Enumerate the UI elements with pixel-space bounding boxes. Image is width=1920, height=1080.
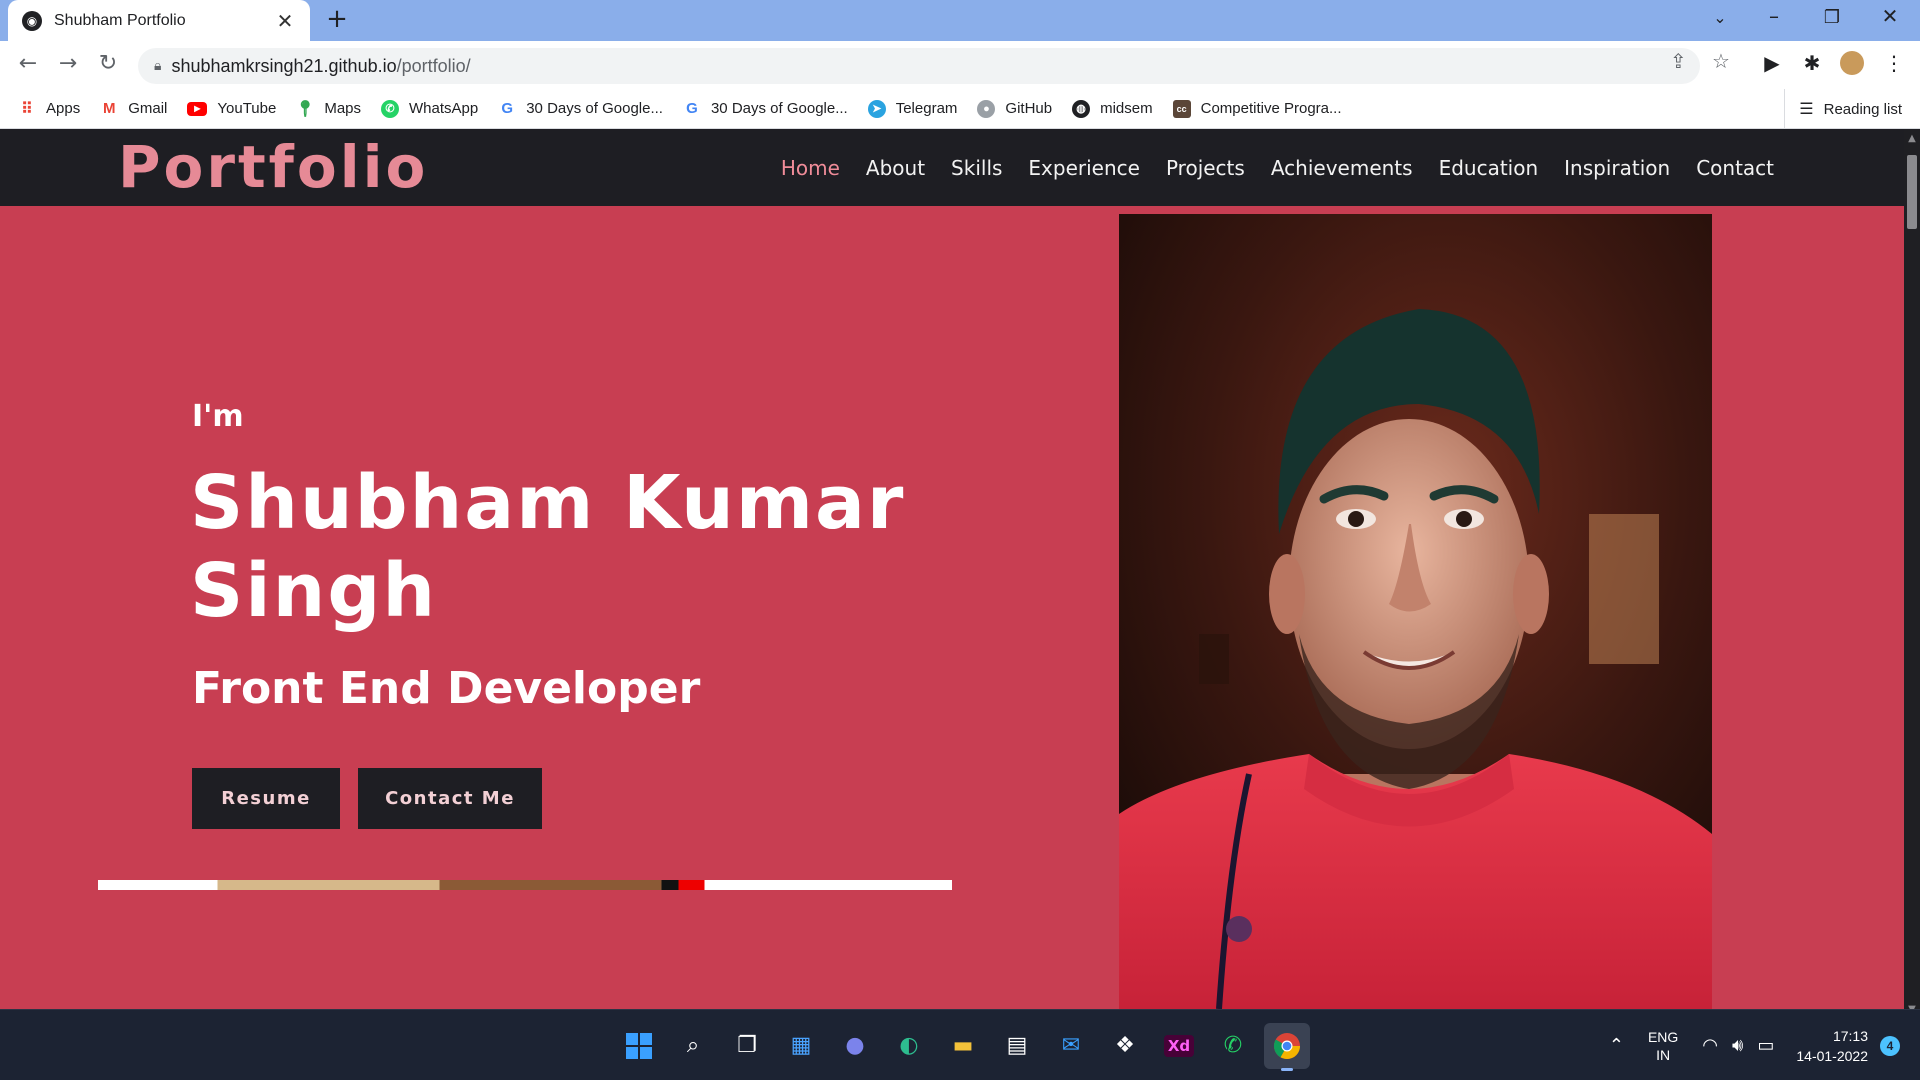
- bookmark-maps[interactable]: 📍︎ Maps: [295, 100, 361, 118]
- scrollbar-thumb[interactable]: [1907, 155, 1917, 229]
- bookmark-google-2[interactable]: G 30 Days of Google...: [683, 100, 848, 118]
- taskbar-apps: ⌕ ❐ ▦ ● ◐ ▬ ▤ ✉ ❖ Xd ✆: [612, 1010, 1314, 1080]
- bookmark-youtube[interactable]: ▶ YouTube: [187, 100, 276, 117]
- site-navbar: Portfolio Home About Skills Experience P…: [0, 129, 1904, 206]
- bookmarks-bar: ⠿ Apps M Gmail ▶ YouTube 📍︎ Maps ✆ Whats…: [0, 89, 1920, 129]
- tab-favicon-icon: ◉: [22, 10, 42, 31]
- bookmark-star-icon[interactable]: ☆: [1712, 49, 1730, 73]
- url-path: /portfolio/: [396, 55, 471, 76]
- url-host: shubhamkrsingh21.github.io: [171, 55, 397, 76]
- edge-icon[interactable]: ◐: [886, 1023, 932, 1069]
- page-viewport: Portfolio Home About Skills Experience P…: [0, 129, 1920, 1009]
- tab-search-icon[interactable]: ⌄: [1700, 8, 1740, 27]
- widgets-icon[interactable]: ▦: [778, 1023, 824, 1069]
- bookmark-google-1[interactable]: G 30 Days of Google...: [498, 100, 663, 118]
- hero-intro: I'm: [192, 399, 244, 434]
- windows-start-icon[interactable]: [616, 1023, 662, 1069]
- globe-icon: ◍: [1072, 99, 1091, 118]
- hero-role: Front End Developer: [192, 663, 701, 714]
- profile-photo: [1119, 214, 1712, 1009]
- tab-strip: ◉ Shubham Portfolio ✕ + ⌄ – ❐ ✕: [0, 0, 1920, 41]
- share-icon[interactable]: ⇪: [1670, 49, 1687, 73]
- clock[interactable]: 17:13 14-01-2022: [1796, 1026, 1868, 1066]
- nav-about[interactable]: About: [866, 156, 925, 180]
- tab-title: Shubham Portfolio: [54, 11, 186, 29]
- task-view-icon[interactable]: ❐: [724, 1023, 770, 1069]
- nav-home[interactable]: Home: [781, 156, 840, 180]
- windows-taskbar: ⌕ ❐ ▦ ● ◐ ▬ ▤ ✉ ❖ Xd ✆ ⌃ ENG IN ◠ 🔊︎ ▭ 1…: [0, 1009, 1920, 1080]
- volume-icon[interactable]: 🔊︎: [1732, 1035, 1743, 1056]
- nav-contact[interactable]: Contact: [1696, 156, 1774, 180]
- youtube-icon: ▶: [187, 101, 208, 116]
- nav-education[interactable]: Education: [1439, 156, 1539, 180]
- resume-button[interactable]: Resume: [192, 768, 340, 829]
- reload-button[interactable]: ↻: [94, 51, 122, 76]
- nav-experience[interactable]: Experience: [1028, 156, 1140, 180]
- chrome-icon[interactable]: [1264, 1022, 1310, 1071]
- battery-icon[interactable]: ▭: [1757, 1035, 1774, 1056]
- restore-button[interactable]: ❐: [1812, 7, 1852, 28]
- nav-achievements[interactable]: Achievements: [1271, 156, 1413, 180]
- maps-pin-icon: 📍︎: [295, 100, 316, 118]
- gmail-icon: M: [102, 100, 116, 117]
- address-bar[interactable]: 🔒︎ shubhamkrsingh21.github.io/portfolio/: [138, 48, 1700, 84]
- google-icon: G: [501, 100, 514, 117]
- bookmark-whatsapp[interactable]: ✆ WhatsApp: [381, 99, 478, 118]
- contact-me-button[interactable]: Contact Me: [358, 768, 542, 829]
- browser-tab[interactable]: ◉ Shubham Portfolio ✕: [8, 0, 310, 41]
- mail-icon[interactable]: ✉: [1048, 1023, 1094, 1069]
- nav-inspiration[interactable]: Inspiration: [1564, 156, 1670, 180]
- whatsapp-icon[interactable]: ✆: [1210, 1023, 1256, 1069]
- hero-name: Shubham Kumar Singh: [190, 459, 950, 635]
- hero-name-line1: Shubham Kumar: [190, 460, 906, 546]
- close-tab-icon[interactable]: ✕: [274, 9, 296, 33]
- system-tray: ⌃ ENG IN ◠ 🔊︎ ▭ 17:13 14-01-2022 4: [1595, 1010, 1900, 1080]
- chevron-up-icon[interactable]: ⌃: [1609, 1035, 1624, 1056]
- teams-chat-icon[interactable]: ●: [832, 1023, 878, 1069]
- reading-list-button[interactable]: ☰ Reading list: [1784, 89, 1902, 129]
- bookmark-gmail[interactable]: M Gmail: [100, 100, 167, 118]
- search-icon[interactable]: ⌕: [670, 1023, 716, 1069]
- language-indicator[interactable]: ENG IN: [1648, 1028, 1678, 1064]
- adobe-xd-icon[interactable]: Xd: [1156, 1023, 1202, 1069]
- github-icon: ●: [977, 99, 996, 118]
- telegram-icon: ➤: [867, 99, 886, 118]
- close-window-button[interactable]: ✕: [1870, 4, 1910, 28]
- page-scrollbar[interactable]: ▲ ▼: [1904, 129, 1920, 1019]
- browser-toolbar: ← → ↻ 🔒︎ shubhamkrsingh21.github.io/port…: [0, 41, 1920, 89]
- nav-projects[interactable]: Projects: [1166, 156, 1245, 180]
- scroll-up-arrow-icon[interactable]: ▲: [1904, 133, 1920, 144]
- profile-avatar[interactable]: [1838, 51, 1866, 80]
- microsoft-store-icon[interactable]: ▤: [994, 1023, 1040, 1069]
- codechef-icon: cc: [1172, 99, 1191, 118]
- minimize-button[interactable]: –: [1754, 4, 1794, 28]
- whatsapp-icon: ✆: [381, 99, 400, 118]
- site-logo[interactable]: Portfolio: [118, 133, 428, 201]
- bookmark-apps[interactable]: ⠿ Apps: [18, 100, 80, 118]
- wifi-icon[interactable]: ◠: [1702, 1035, 1718, 1056]
- bookmark-github[interactable]: ● GitHub: [977, 99, 1052, 118]
- menu-kebab-icon[interactable]: ⋮: [1880, 51, 1908, 75]
- reading-list-icon: ☰: [1799, 101, 1814, 118]
- google-icon: G: [686, 100, 698, 117]
- forward-button[interactable]: →: [54, 51, 82, 76]
- active-indicator: [1281, 1067, 1293, 1071]
- new-tab-button[interactable]: +: [322, 4, 352, 34]
- nav-skills[interactable]: Skills: [951, 156, 1002, 180]
- dropbox-icon[interactable]: ❖: [1102, 1023, 1148, 1069]
- back-button[interactable]: ←: [14, 51, 42, 76]
- site-menu: Home About Skills Experience Projects Ac…: [755, 129, 1774, 206]
- extensions-puzzle-icon[interactable]: ✱: [1798, 51, 1826, 75]
- bookmark-midsem[interactable]: ◍ midsem: [1072, 99, 1153, 118]
- notification-badge[interactable]: 4: [1880, 1035, 1900, 1056]
- bookmark-telegram[interactable]: ➤ Telegram: [867, 99, 957, 118]
- apps-grid-icon: ⠿: [21, 100, 33, 118]
- file-explorer-icon[interactable]: ▬: [940, 1023, 986, 1069]
- lock-icon[interactable]: 🔒︎: [154, 58, 161, 74]
- next-section-preview: [98, 880, 952, 890]
- hero-name-line2: Singh: [190, 548, 437, 634]
- bookmark-competitive[interactable]: cc Competitive Progra...: [1172, 99, 1342, 118]
- media-play-icon[interactable]: ▶: [1758, 51, 1786, 75]
